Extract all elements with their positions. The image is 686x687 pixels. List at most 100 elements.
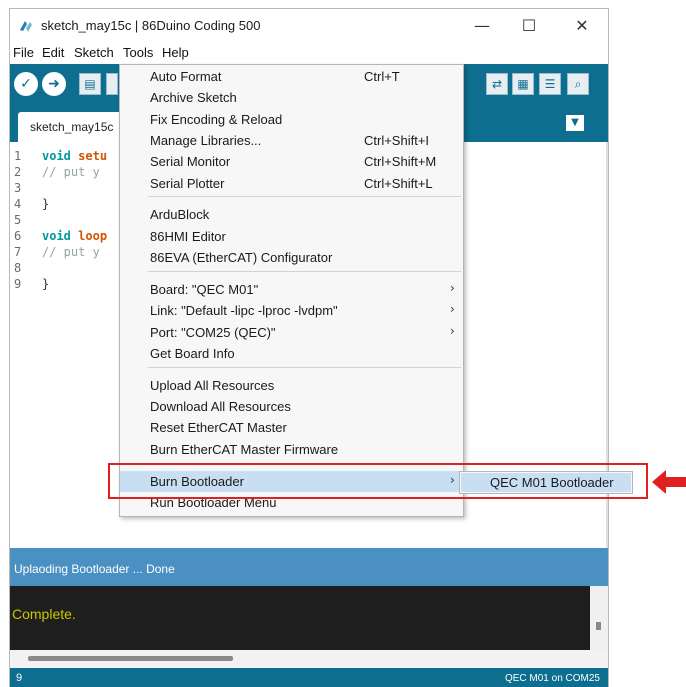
menu-item-link-default-lipc-lproc-lvdpm[interactable]: Link: "Default -lipc -lproc -lvdpm" › <box>120 300 463 321</box>
line-number-label: 8 <box>14 261 22 275</box>
line-number-label: 6 <box>14 229 22 243</box>
menu-item-label: Get Board Info <box>150 346 235 361</box>
menu-item-label: Auto Format <box>150 69 222 84</box>
console-scrollbar[interactable] <box>590 586 608 650</box>
code-token: // put y <box>42 245 100 259</box>
menu-item-fix-encoding-reload[interactable]: Fix Encoding & Reload <box>120 109 463 130</box>
app-icon <box>20 21 32 32</box>
upload-icon[interactable]: ➜ <box>42 72 66 96</box>
menu-item-serial-monitor[interactable]: Serial Monitor Ctrl+Shift+M <box>120 151 463 172</box>
code-text: void setu <box>42 149 107 163</box>
horizontal-scroll-thumb[interactable] <box>28 656 233 661</box>
code-text: void loop <box>42 229 107 243</box>
line-number: 9 <box>16 672 23 684</box>
switch-icon[interactable]: ⇄ <box>486 73 508 95</box>
annotation-arrow-icon <box>652 470 686 494</box>
menu-file[interactable]: File <box>13 45 34 60</box>
code-text: // put y <box>42 245 100 259</box>
menu-tools[interactable]: Tools <box>123 45 153 60</box>
menu-item-label: Archive Sketch <box>150 90 237 105</box>
code-token: setu <box>78 149 108 163</box>
console-output: Complete. <box>10 586 608 650</box>
code-token: } <box>42 277 50 291</box>
menu-item-port-com25-qec[interactable]: Port: "COM25 (QEC)" › <box>120 322 463 343</box>
board-port-label: QEC M01 on COM25 <box>504 673 600 684</box>
bottom-status-bar: 9 QEC M01 on COM25 <box>10 668 608 687</box>
tab-menu-icon[interactable]: ▼ <box>566 115 584 131</box>
menu-item-shortcut: Ctrl+Shift+M <box>364 154 437 169</box>
code-token: // put y <box>42 165 100 179</box>
menu-separator <box>148 196 461 197</box>
horizontal-scrollbar[interactable] <box>10 650 608 668</box>
code-token: loop <box>78 229 108 243</box>
menu-item-label: ArduBlock <box>150 207 210 222</box>
menu-item-label: Burn EtherCAT Master Firmware <box>150 442 339 457</box>
menu-item-86eva-ethercat-configurator[interactable]: 86EVA (EtherCAT) Configurator <box>120 247 463 268</box>
code-text: } <box>42 277 49 291</box>
menu-item-auto-format[interactable]: Auto Format Ctrl+T <box>120 66 463 87</box>
maximize-button[interactable]: ☐ <box>509 13 549 39</box>
code-text: } <box>42 197 49 211</box>
list-icon[interactable]: ☰ <box>539 73 561 95</box>
menu-item-burn-ethercat-master-firmware[interactable]: Burn EtherCAT Master Firmware <box>120 439 463 460</box>
tools-dropdown-menu: Auto Format Ctrl+T Archive Sketch Fix Encod… <box>119 64 464 517</box>
code-token: } <box>42 197 50 211</box>
menu-item-label: Serial Plotter <box>150 176 225 191</box>
status-bar: Uplaoding Bootloader ... Done <box>10 548 608 586</box>
status-text: Uplaoding Bootloader ... Done <box>14 562 175 576</box>
menu-item-label: Board: "QEC M01" <box>150 282 259 297</box>
menu-help[interactable]: Help <box>162 45 189 60</box>
chevron-right-icon: › <box>450 281 455 295</box>
code-token: void <box>42 149 71 163</box>
line-number-label: 1 <box>14 149 22 163</box>
code-text: // put y <box>42 165 100 179</box>
menu-item-upload-all-resources[interactable]: Upload All Resources <box>120 375 463 396</box>
menu-item-manage-libraries[interactable]: Manage Libraries... Ctrl+Shift+I <box>120 130 463 151</box>
menu-item-label: Download All Resources <box>150 399 291 414</box>
line-number-label: 2 <box>14 165 22 179</box>
chevron-right-icon: › <box>450 302 455 316</box>
menu-separator <box>148 271 461 272</box>
menu-item-label: Reset EtherCAT Master <box>150 420 287 435</box>
line-number-label: 7 <box>14 245 22 259</box>
line-number-label: 3 <box>14 181 22 195</box>
menu-item-label: Fix Encoding & Reload <box>150 112 283 127</box>
menu-item-label: 86EVA (EtherCAT) Configurator <box>150 250 333 265</box>
code-token: void <box>42 229 71 243</box>
close-button[interactable]: ✕ <box>562 13 602 39</box>
menu-item-label: Link: "Default -lipc -lproc -lvdpm" <box>150 303 338 318</box>
menu-item-label: Port: "COM25 (QEC)" <box>150 325 276 340</box>
minimize-button[interactable]: — <box>462 13 502 39</box>
menu-item-board-qec-m01[interactable]: Board: "QEC M01" › <box>120 279 463 300</box>
serial-monitor-icon[interactable]: ⌕ <box>567 73 589 95</box>
tab-sketch[interactable]: sketch_may15c <box>18 112 122 142</box>
menu-item-shortcut: Ctrl+T <box>364 69 400 84</box>
annotation-highlight-box <box>108 463 648 499</box>
menu-item-shortcut: Ctrl+Shift+I <box>364 133 430 148</box>
chevron-right-icon: › <box>450 324 455 338</box>
menu-item-label: 86HMI Editor <box>150 229 226 244</box>
line-number-label: 5 <box>14 213 22 227</box>
menu-edit[interactable]: Edit <box>42 45 64 60</box>
verify-icon[interactable]: ✓ <box>14 72 38 96</box>
menu-item-serial-plotter[interactable]: Serial Plotter Ctrl+Shift+L <box>120 173 463 194</box>
new-icon[interactable]: ▤ <box>79 73 101 95</box>
line-number-label: 9 <box>14 277 22 291</box>
menu-item-archive-sketch[interactable]: Archive Sketch <box>120 87 463 108</box>
menu-item-reset-ethercat-master[interactable]: Reset EtherCAT Master <box>120 417 463 438</box>
menu-item-download-all-resources[interactable]: Download All Resources <box>120 396 463 417</box>
menu-item-get-board-info[interactable]: Get Board Info <box>120 343 463 364</box>
grid-icon[interactable]: ▦ <box>512 73 534 95</box>
menu-item-86hmi-editor[interactable]: 86HMI Editor <box>120 226 463 247</box>
open-icon[interactable] <box>106 73 118 95</box>
console-scroll-thumb[interactable] <box>596 622 601 630</box>
title-bar: sketch_may15c | 86Duino Coding 500 — ☐ ✕ <box>10 9 608 43</box>
line-number-label: 4 <box>14 197 22 211</box>
menu-sketch[interactable]: Sketch <box>74 45 114 60</box>
tab-label: sketch_may15c <box>30 120 114 134</box>
window-title: sketch_may15c | 86Duino Coding 500 <box>41 18 261 33</box>
menu-item-ardublock[interactable]: ArduBlock <box>120 204 463 225</box>
menu-item-label: Upload All Resources <box>150 378 275 393</box>
menu-item-shortcut: Ctrl+Shift+L <box>364 176 433 191</box>
menu-bar: File Edit Sketch Tools Help <box>10 43 608 63</box>
